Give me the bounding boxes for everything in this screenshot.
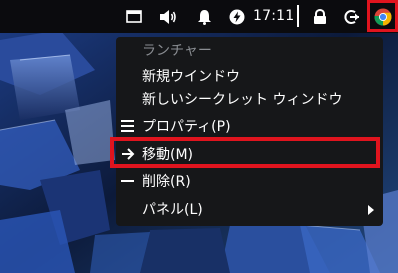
menu-item-label: プロパティ(P): [142, 119, 231, 135]
power-circle-icon[interactable]: [227, 0, 247, 33]
launcher-context-menu: ランチャー 新規ウインドウ 新しいシークレット ウィンドウ プロパティ(P) 移…: [116, 37, 383, 226]
taskbar: 17:11: [0, 0, 398, 33]
menu-header-label: ランチャー: [142, 43, 212, 59]
lock-icon[interactable]: [310, 0, 330, 33]
speaker-icon[interactable]: [157, 0, 179, 33]
logout-icon[interactable]: [342, 0, 362, 33]
bell-icon[interactable]: [194, 0, 214, 33]
menu-item-label: パネル(L): [142, 202, 203, 218]
menu-item-label: 新規ウインドウ: [142, 69, 240, 85]
taskbar-separator: [297, 5, 299, 27]
menu-item-panel[interactable]: パネル(L): [116, 196, 383, 222]
menu-item-label: 新しいシークレット ウィンドウ: [142, 92, 343, 108]
window-icon[interactable]: [124, 0, 144, 33]
minus-icon: [121, 173, 135, 189]
menu-item-properties[interactable]: プロパティ(P): [116, 113, 383, 139]
move-item-highlight: [110, 137, 380, 168]
menu-header: ランチャー: [116, 37, 383, 63]
menu-item-label: 削除(R): [142, 174, 191, 190]
menu-item-new-incognito-window[interactable]: 新しいシークレット ウィンドウ: [116, 86, 383, 112]
chrome-icon-highlight: [367, 0, 398, 32]
menu-item-remove[interactable]: 削除(R): [116, 168, 383, 194]
submenu-arrow-icon: [368, 203, 375, 219]
clock[interactable]: 17:11: [253, 0, 294, 33]
list-icon: [121, 118, 135, 134]
